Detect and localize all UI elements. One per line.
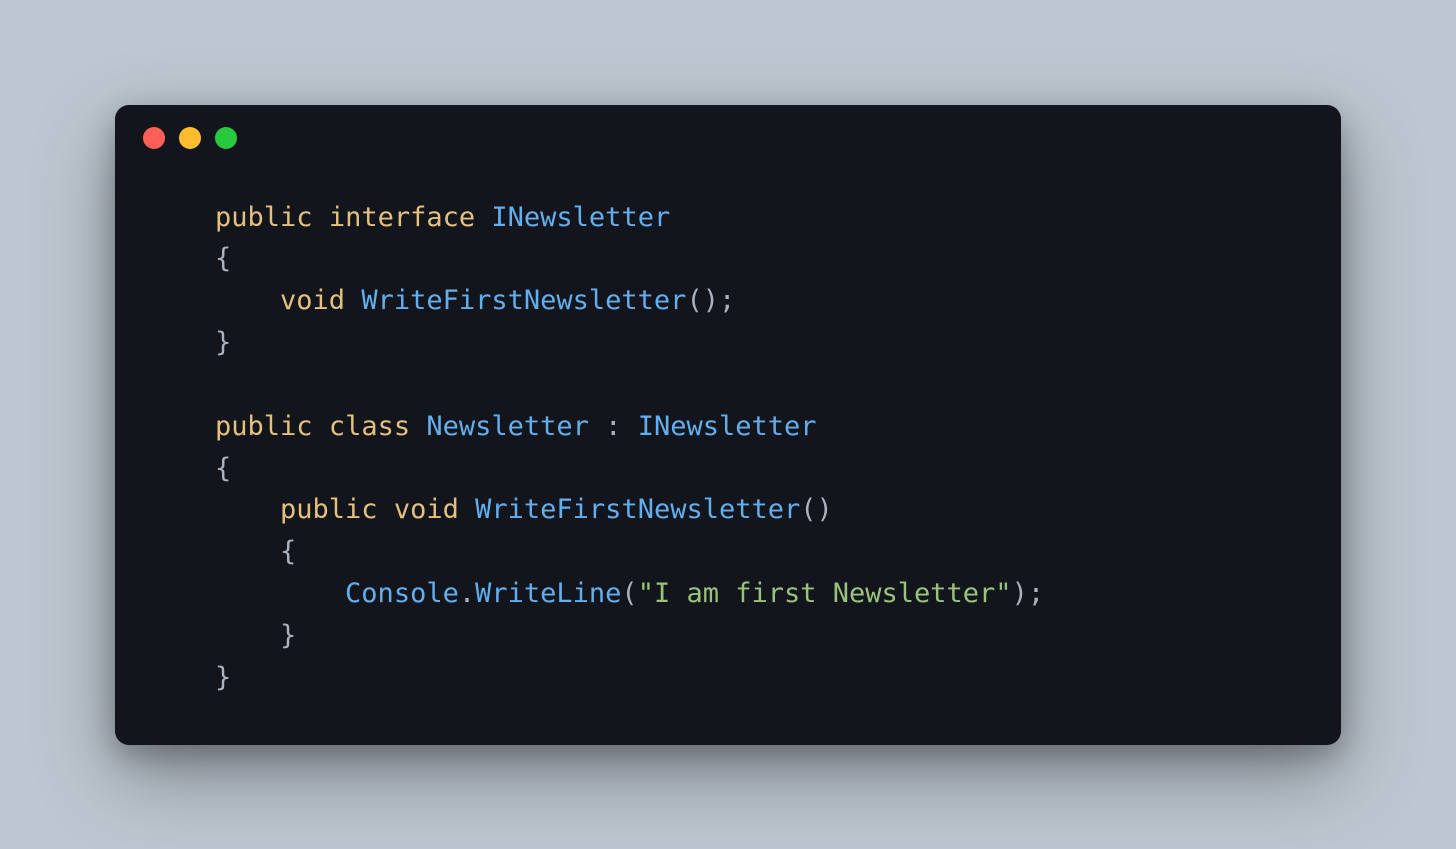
paren-open: ( <box>686 285 702 316</box>
type-newsletter: Newsletter <box>426 411 589 442</box>
keyword-public: public <box>215 202 313 233</box>
minimize-icon[interactable] <box>179 127 201 149</box>
indent <box>215 285 280 316</box>
space <box>313 202 329 233</box>
type-inewsletter: INewsletter <box>638 411 817 442</box>
code-block: public interface INewsletter { void Writ… <box>115 149 1341 739</box>
paren-open: ( <box>621 578 637 609</box>
paren-close: ) <box>817 494 833 525</box>
method-writeline: WriteLine <box>475 578 621 609</box>
space <box>475 202 491 233</box>
maximize-icon[interactable] <box>215 127 237 149</box>
type-console: Console <box>345 578 459 609</box>
keyword-public: public <box>280 494 378 525</box>
indent <box>215 536 280 567</box>
keyword-public: public <box>215 411 313 442</box>
window-titlebar <box>115 105 1341 149</box>
string-literal: "I am first Newsletter" <box>638 578 1012 609</box>
space <box>345 285 361 316</box>
keyword-void: void <box>280 285 345 316</box>
brace-close: } <box>280 620 296 651</box>
semicolon: ; <box>719 285 735 316</box>
close-icon[interactable] <box>143 127 165 149</box>
indent <box>215 620 280 651</box>
code-window: public interface INewsletter { void Writ… <box>115 105 1341 745</box>
paren-close: ) <box>703 285 719 316</box>
brace-open: { <box>215 453 231 484</box>
type-inewsletter: INewsletter <box>491 202 670 233</box>
brace-open: { <box>280 536 296 567</box>
indent <box>215 494 280 525</box>
keyword-class: class <box>329 411 410 442</box>
space <box>313 411 329 442</box>
method-writefirstnewsletter: WriteFirstNewsletter <box>475 494 800 525</box>
space <box>410 411 426 442</box>
paren-open: ( <box>800 494 816 525</box>
keyword-void: void <box>394 494 459 525</box>
method-writefirstnewsletter: WriteFirstNewsletter <box>361 285 686 316</box>
semicolon: ; <box>1028 578 1044 609</box>
indent <box>215 578 345 609</box>
space <box>459 494 475 525</box>
keyword-interface: interface <box>329 202 475 233</box>
space <box>378 494 394 525</box>
paren-close: ) <box>1012 578 1028 609</box>
brace-open: { <box>215 243 231 274</box>
dot: . <box>459 578 475 609</box>
colon-sep: : <box>589 411 638 442</box>
brace-close: } <box>215 327 231 358</box>
brace-close: } <box>215 662 231 693</box>
